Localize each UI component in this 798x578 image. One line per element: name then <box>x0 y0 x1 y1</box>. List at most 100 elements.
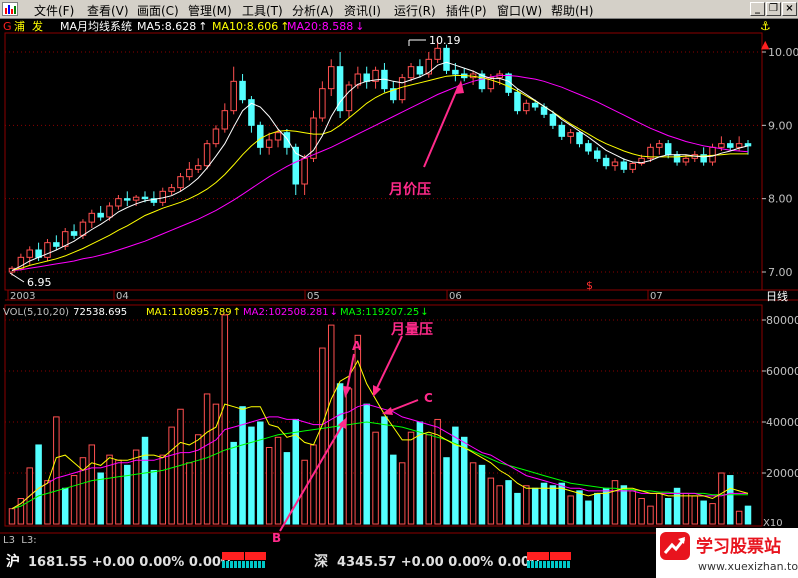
ma5-legend: MA5:8.628 ↑ <box>137 20 207 33</box>
point-a-arrow <box>346 353 355 390</box>
menu-run[interactable]: 运行(R) <box>394 2 436 19</box>
shenzhen-index: 4345.57 +0.00 0.00% 0.00亿 <box>337 555 543 570</box>
menu-screen[interactable]: 画面(C) <box>137 2 179 19</box>
bottom-indicator-label: L3 L3: <box>3 535 37 546</box>
volume-bar <box>345 388 353 525</box>
volume-bar <box>381 416 388 525</box>
candle <box>372 66 379 89</box>
shenzhen-label: 深 <box>314 554 328 570</box>
candle <box>212 125 220 148</box>
candle <box>159 187 166 206</box>
volume-bar <box>638 498 645 525</box>
volume-bar <box>478 464 486 525</box>
menu-window[interactable]: 窗口(W) <box>497 2 542 19</box>
candle <box>398 74 406 104</box>
app-logo-icon[interactable] <box>2 2 18 16</box>
candle-body <box>70 231 78 236</box>
volume-bar <box>141 436 149 525</box>
candle-body <box>585 143 592 152</box>
candle-body <box>611 161 619 167</box>
candle <box>727 140 734 151</box>
volume-bar <box>61 487 69 525</box>
price-ma-legend: MA5:8.628 ↑ MA10:8.606 ↑ MA20:8.588 ↓ <box>137 20 364 33</box>
stock-chart[interactable]: G 浦 发 MA月均线系统 MA5:8.628 ↑ MA10:8.606 ↑ MA2… <box>0 19 798 548</box>
ma10-legend: MA10:8.606 ↑ <box>212 20 289 33</box>
candle <box>292 143 300 195</box>
volume-y-tick-label: 40000 <box>766 416 798 429</box>
volume-bar <box>611 480 619 525</box>
menu-bar: 文件(F) 查看(V) 画面(C) 管理(M) 工具(T) 分析(A) 资讯(I… <box>0 0 798 19</box>
menu-help[interactable]: 帮助(H) <box>551 2 593 19</box>
volume-bar <box>523 485 530 525</box>
volume-bar <box>390 454 397 525</box>
candle-body <box>88 212 96 223</box>
candle <box>656 140 663 155</box>
candle-body <box>168 187 175 192</box>
time-axis: 2003 04 05 06 07 $ 日线 <box>7 279 788 303</box>
volume-bar <box>257 421 264 525</box>
watermark-logo-icon <box>660 532 690 560</box>
candle-body <box>186 168 193 178</box>
restore-button[interactable]: ❐ <box>766 2 781 16</box>
candle <box>230 66 237 115</box>
volume-bar <box>203 393 211 525</box>
candle <box>363 66 370 89</box>
lock-icon[interactable]: ⚓ <box>760 19 771 33</box>
menu-tools[interactable]: 工具(T) <box>242 2 283 19</box>
minimize-button[interactable]: _ <box>750 2 765 16</box>
candle-body <box>319 88 326 119</box>
menu-info[interactable]: 资讯(I) <box>344 2 381 19</box>
point-b-label: B <box>272 531 281 545</box>
candle <box>301 154 308 195</box>
x-label-04: 04 <box>116 291 129 302</box>
volume-bar <box>177 408 184 525</box>
volume-bar <box>452 426 459 525</box>
menu-manage[interactable]: 管理(M) <box>188 2 232 19</box>
close-button[interactable]: × <box>782 2 797 16</box>
candle <box>336 52 344 118</box>
candle-body <box>327 66 335 90</box>
shanghai-label: 沪 <box>6 554 20 570</box>
candle-body <box>523 102 530 112</box>
candle <box>186 162 193 181</box>
volume-y-tick-label: 80000 <box>766 314 798 327</box>
low-label: 6.95 <box>27 276 52 289</box>
candle <box>44 239 51 261</box>
volume-bar <box>691 495 699 525</box>
candle <box>576 131 583 148</box>
volume-bar <box>44 480 51 525</box>
candle-body <box>194 165 202 170</box>
volume-bar <box>460 436 468 525</box>
vol-ma2-legend: MA2:102508.281↓ <box>243 307 338 318</box>
candle-body <box>212 128 220 145</box>
vol-ma10-line <box>11 403 748 510</box>
x-label-06: 06 <box>449 291 462 302</box>
candle <box>381 63 388 93</box>
candle <box>194 158 202 173</box>
candle-body <box>514 91 521 112</box>
candle-body <box>177 176 184 189</box>
shenzhen-meter <box>527 552 571 568</box>
high-label: 10.19 <box>429 34 461 47</box>
candle-body <box>594 150 601 159</box>
candle <box>744 140 752 155</box>
volume-bar <box>168 426 175 525</box>
candle <box>407 63 415 82</box>
price-y-tick-label: 10.00 <box>768 46 798 59</box>
volume-bar <box>416 421 424 525</box>
candle-body <box>274 132 282 141</box>
candle <box>460 68 468 82</box>
candle-body <box>265 139 273 148</box>
candle-body <box>673 154 681 163</box>
volume-bar <box>265 447 273 525</box>
menu-view[interactable]: 查看(V) <box>87 2 129 19</box>
volume-pressure-arrow <box>375 335 403 391</box>
volume-bar <box>186 462 193 525</box>
candle-body <box>230 80 237 112</box>
menu-file[interactable]: 文件(F) <box>34 2 74 19</box>
menu-plugins[interactable]: 插件(P) <box>446 2 487 19</box>
volume-bar <box>585 500 592 525</box>
candle-body <box>735 143 743 148</box>
menu-analysis[interactable]: 分析(A) <box>292 2 334 19</box>
candle-body <box>656 143 663 148</box>
